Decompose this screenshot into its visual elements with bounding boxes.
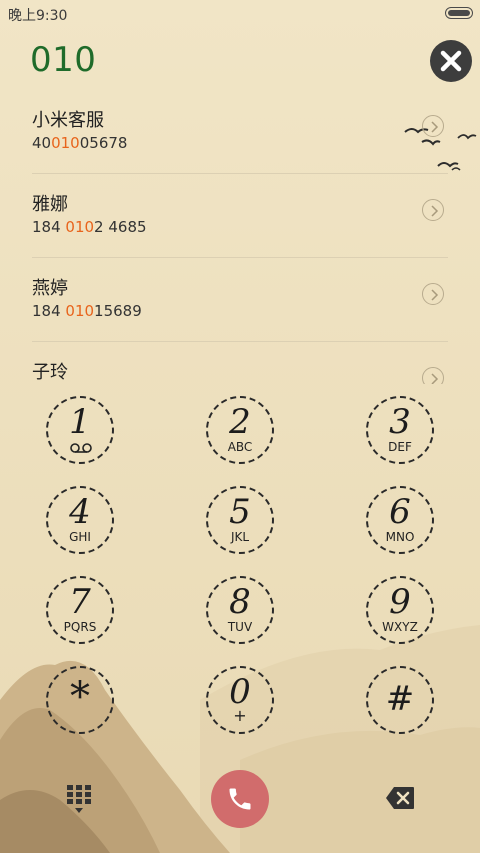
key-letters: TUV [227, 620, 253, 634]
key-pound[interactable]: # [366, 666, 434, 734]
key-letters: MNO [385, 530, 415, 544]
key-star[interactable]: * [46, 666, 114, 734]
contact-row[interactable]: 小米客服 4001005678 [32, 90, 448, 174]
key-digit: 4 [69, 492, 91, 532]
key-4[interactable]: 4 GHI [46, 486, 114, 554]
contact-number: 184 01015689 [32, 302, 142, 320]
key-2[interactable]: 2 ABC [206, 396, 274, 464]
key-3[interactable]: 3 DEF [366, 396, 434, 464]
key-digit: 7 [69, 582, 91, 622]
detail-button[interactable] [422, 115, 444, 137]
number-match-highlight: 010 [51, 134, 80, 152]
contact-name: 燕婷 [32, 278, 68, 299]
detail-button[interactable] [422, 283, 444, 305]
key-digit: 9 [389, 582, 411, 622]
key-digit: 2 [229, 402, 251, 442]
key-8[interactable]: 8 TUV [206, 576, 274, 644]
contact-name: 小米客服 [32, 110, 104, 131]
key-digit: * [70, 674, 90, 720]
key-letters: ABC [227, 440, 253, 454]
key-digit: 3 [389, 402, 411, 442]
key-1[interactable]: 1 [46, 396, 114, 464]
key-digit: # [385, 679, 415, 719]
key-letters: JKL [230, 530, 250, 544]
dialpad-grid-icon [67, 785, 91, 813]
call-button[interactable] [211, 770, 269, 828]
number-match-highlight: 010 [65, 218, 95, 236]
phone-icon [229, 788, 251, 810]
key-letters: WXYZ [382, 620, 418, 634]
number-match-highlight: 010 [65, 302, 95, 320]
contact-name: 雅娜 [32, 194, 68, 215]
key-letters: PQRS [63, 620, 97, 634]
dialed-number: 010 [30, 40, 97, 80]
close-button[interactable] [430, 40, 472, 82]
close-icon [440, 50, 462, 72]
backspace-icon [386, 787, 414, 809]
contact-number: 184 0102 4685 [32, 218, 147, 236]
key-0[interactable]: 0 + [206, 666, 274, 734]
dialpad-toggle-button[interactable] [66, 784, 92, 818]
key-digit: 5 [229, 492, 251, 532]
key-letters: + [233, 706, 247, 725]
key-digit: 1 [69, 402, 91, 442]
contact-row[interactable]: 燕婷 184 01015689 [32, 258, 448, 342]
key-digit: 8 [229, 582, 251, 622]
voicemail-icon [70, 443, 92, 453]
status-time: 晚上9:30 [8, 8, 68, 24]
key-5[interactable]: 5 JKL [206, 486, 274, 554]
battery-icon [445, 7, 473, 19]
chevron-right-icon [431, 121, 439, 133]
key-letters: DEF [388, 440, 412, 454]
chevron-right-icon [431, 373, 439, 384]
chevron-right-icon [431, 205, 439, 217]
status-bar: 晚上9:30 [0, 0, 480, 26]
contact-name: 子玲 [32, 362, 68, 383]
key-letters: GHI [69, 530, 91, 544]
key-digit: 6 [389, 492, 411, 532]
contact-row[interactable]: 雅娜 184 0102 4685 [32, 174, 448, 258]
detail-button[interactable] [422, 367, 444, 384]
key-9[interactable]: 9 WXYZ [366, 576, 434, 644]
key-6[interactable]: 6 MNO [366, 486, 434, 554]
chevron-right-icon [431, 289, 439, 301]
contact-row[interactable]: 子玲 [32, 342, 448, 384]
detail-button[interactable] [422, 199, 444, 221]
search-results-list[interactable]: 小米客服 4001005678 雅娜 184 0102 4685 燕婷 184 … [0, 90, 480, 384]
contact-number: 4001005678 [32, 134, 128, 152]
backspace-button[interactable] [385, 786, 415, 814]
key-7[interactable]: 7 PQRS [46, 576, 114, 644]
